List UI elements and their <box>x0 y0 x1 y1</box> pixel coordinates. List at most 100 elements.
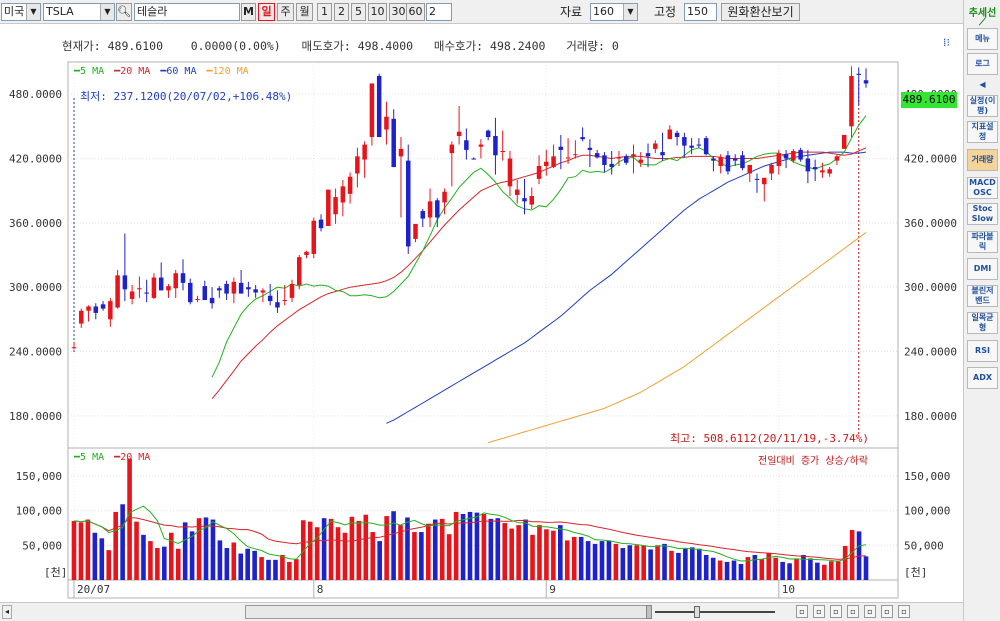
scroll-left-icon[interactable]: ◂ <box>2 605 12 619</box>
volume-bar <box>426 523 431 580</box>
side-button-bollinger[interactable]: 볼린저밴드 <box>967 285 998 307</box>
trendline-button[interactable]: 추세선 ⟋ <box>966 4 999 28</box>
price-plot-frame <box>67 61 899 449</box>
candle-body <box>711 158 716 161</box>
y-tick-label-left: 240.0000 <box>9 346 62 359</box>
volume-bar <box>398 525 403 580</box>
print-icon[interactable]: ▫ <box>796 605 808 618</box>
volume-bar <box>780 561 785 580</box>
zoom-out-icon[interactable]: ▫ <box>864 605 876 618</box>
side-panel: 추세선 ⟋ 메뉴로그 ◀ 실정(이평) 지표설정거래량 MACD OSC Stoc Slow… <box>963 0 1000 621</box>
side-button-indicator-settings[interactable]: 지표설정 <box>967 121 998 143</box>
candle-body <box>544 161 549 167</box>
volume-bar <box>752 554 758 580</box>
vol-tick-label-right: 50,000 <box>904 539 944 552</box>
window-icon[interactable]: ▫ <box>881 605 893 618</box>
candle-body <box>471 158 476 160</box>
volume-bar <box>676 552 681 580</box>
candle-body <box>180 273 186 283</box>
side-button-adx[interactable]: ADX <box>967 367 998 389</box>
candle-body <box>144 292 149 294</box>
volume-bar <box>634 545 640 580</box>
candle-body <box>304 251 309 255</box>
volume-bar <box>419 532 424 580</box>
vol-tick-label-left: 50,000 <box>22 539 62 552</box>
candle-body <box>740 155 745 169</box>
candle-body <box>638 159 644 163</box>
zoom-slider-track[interactable] <box>655 611 775 613</box>
side-button-ichimoku[interactable]: 일목균형 <box>967 312 998 334</box>
volume-bar <box>134 521 139 580</box>
volume-bar <box>564 540 570 580</box>
vol-legend-ma5: ━5 MA <box>74 452 105 463</box>
volume-bar <box>273 559 278 580</box>
volume-bar <box>356 520 362 580</box>
volume-bar <box>627 545 633 580</box>
volume-bar <box>724 561 730 580</box>
side-button-macd-osc[interactable]: MACD OSC <box>967 177 998 199</box>
candle-body <box>166 286 171 291</box>
side-button-volume[interactable]: 거래량 <box>967 149 998 171</box>
candle-body <box>267 295 273 302</box>
bottom-bar: ◂ ▫ ▫ ▫ ▫ ▫ ▫ ▫ <box>0 602 963 621</box>
zoom-in-icon[interactable]: ▫ <box>847 605 859 618</box>
candle-body <box>783 154 789 159</box>
side-button-parabolic[interactable]: 파라볼릭 <box>967 231 998 253</box>
volume-bar <box>210 519 216 580</box>
candle-body <box>253 289 258 293</box>
candle-body <box>805 158 811 172</box>
side-button-rsi[interactable]: RSI <box>967 340 998 362</box>
volume-bar <box>683 548 688 580</box>
volume-bar <box>141 534 146 580</box>
candle-body <box>820 170 825 173</box>
volume-bar <box>78 522 84 580</box>
volume-bar <box>495 518 501 580</box>
volume-bar <box>558 525 563 580</box>
volume-bar <box>307 521 313 580</box>
candle-body <box>362 144 367 160</box>
candle-body <box>500 150 505 153</box>
side-button-dmi[interactable]: DMI <box>967 258 998 280</box>
side-button-stoch-slow[interactable]: Stoc Slow <box>967 203 998 225</box>
volume-bar <box>113 511 118 580</box>
volume-bar <box>759 559 765 580</box>
volume-bar <box>488 518 494 580</box>
candle-body <box>587 147 593 150</box>
candle-body <box>355 156 360 174</box>
scrollbar-thumb[interactable] <box>646 605 652 619</box>
settings-icon[interactable]: ▫ <box>830 605 842 618</box>
grid-icon[interactable]: ▫ <box>898 605 910 618</box>
candle-body <box>602 155 607 165</box>
candle-body <box>108 301 113 320</box>
candle-body <box>791 150 796 161</box>
volume-bar <box>592 543 598 580</box>
candle-body <box>420 211 426 219</box>
volume-bar <box>245 548 250 580</box>
zoom-slider-handle[interactable] <box>694 606 700 618</box>
volume-bar <box>162 546 167 580</box>
scrollbar-track[interactable] <box>245 605 651 619</box>
volume-bar <box>405 517 410 580</box>
candle-body <box>260 290 266 293</box>
side-button-log[interactable]: 로그 <box>967 53 998 75</box>
candle-body <box>384 116 389 130</box>
candle-body <box>275 302 280 308</box>
candle-body <box>827 169 832 174</box>
candle-body <box>747 164 752 174</box>
candle-body <box>507 158 513 187</box>
candle-body <box>137 288 142 290</box>
volume-bar <box>690 547 695 580</box>
candle-body <box>631 154 636 157</box>
volume-bar <box>571 536 577 580</box>
high-annotation: 최고: 508.6112(20/11/19,-3.74%) <box>670 432 870 445</box>
date-axis-frame <box>67 579 899 599</box>
side-button-menu[interactable]: 메뉴 <box>967 28 998 50</box>
candle-body <box>391 118 396 168</box>
volume-bar <box>391 511 396 580</box>
volume-bar <box>620 548 626 580</box>
camera-icon[interactable]: ▫ <box>813 605 825 618</box>
side-button-ma-settings[interactable]: 실정(이평) <box>967 95 998 117</box>
side-button-collapse[interactable]: ◀ <box>967 78 998 92</box>
candle-body <box>129 291 135 299</box>
low-annotation: 최저: 237.1200(20/07/02,+106.48%) <box>80 90 293 103</box>
